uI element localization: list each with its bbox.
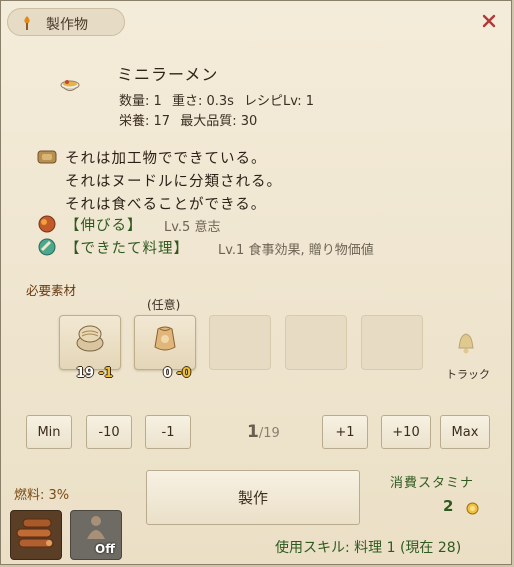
firewood-fuel-slot[interactable]	[10, 510, 62, 560]
material-slot-empty	[209, 315, 271, 370]
description-line: それはヌードルに分類される。	[65, 174, 282, 190]
stamina-coin-icon	[466, 500, 479, 519]
stamina-cost-value: 2	[443, 497, 454, 515]
trait-name: 【できたて料理】	[65, 241, 189, 257]
flour-sack-icon	[151, 323, 179, 357]
description-line: それは加工物でできている。	[65, 151, 267, 167]
material-slot[interactable]	[59, 315, 121, 370]
material-have-count: 0	[163, 366, 173, 381]
fuel-label: 燃料: 3%	[14, 488, 70, 503]
min-button[interactable]: Min	[26, 415, 72, 449]
track-label[interactable]: トラック	[446, 366, 490, 382]
close-icon[interactable]	[480, 12, 498, 30]
firewood-icon	[16, 518, 54, 548]
fuel-figure-icon	[87, 516, 105, 539]
fresh-dish-trait-icon	[37, 237, 57, 261]
nutrition-stat: 栄養: 17	[119, 114, 171, 129]
craft-button[interactable]: 製作	[146, 470, 360, 525]
description-line: それは食べることができる。	[65, 197, 267, 213]
optional-label: (任意)	[147, 298, 181, 312]
material-quantity: 0 -0	[163, 366, 191, 381]
stamina-cost-label: 消費スタミナ	[390, 476, 475, 491]
required-materials-label: 必要素材	[26, 283, 77, 298]
material-slot[interactable]	[134, 315, 196, 370]
craft-count-value: 1	[247, 422, 259, 442]
used-skill-label: 使用スキル: 料理 1 (現在 28)	[275, 540, 462, 556]
recipe-level-stat: レシピLv: 1	[244, 94, 315, 109]
item-stats-line1: 数量: 1 重さ: 0.3s レシピLv: 1	[119, 90, 320, 109]
window-title-tab: 製作物	[7, 8, 125, 36]
trait-detail: Lv.1 食事効果, 贈り物価値	[218, 243, 374, 258]
material-need-count: -1	[98, 366, 114, 381]
crafting-window: 製作物 ミニラーメン 数量: 1 重さ: 0.3s レシピLv: 1 栄養: 1…	[0, 0, 512, 565]
craft-count-max: /19	[258, 426, 280, 441]
ramen-bowl-icon	[59, 73, 81, 99]
plus-1-button[interactable]: +1	[322, 415, 368, 449]
material-quantity: 19 -1	[76, 366, 113, 381]
material-slot-empty	[285, 315, 347, 370]
minus-1-button[interactable]: -1	[145, 415, 191, 449]
weight-stat: 重さ: 0.3s	[171, 94, 234, 109]
max-button[interactable]: Max	[440, 415, 490, 449]
item-name: ミニラーメン	[117, 65, 219, 84]
item-stats-line2: 栄養: 17 最大品質: 30	[119, 110, 263, 129]
window-title: 製作物	[46, 17, 88, 33]
plus-10-button[interactable]: +10	[381, 415, 431, 449]
trait-name: 【伸びる】	[65, 218, 143, 234]
crafting-torch-icon	[21, 15, 33, 35]
stretch-trait-icon	[37, 214, 57, 238]
material-need-count: -0	[176, 366, 192, 381]
minus-10-button[interactable]: -10	[86, 415, 132, 449]
fuel-off-label: Off	[95, 542, 115, 556]
material-slot-empty	[361, 315, 423, 370]
noodle-bundle-icon	[73, 321, 107, 359]
trait-detail: Lv.5 意志	[164, 220, 221, 235]
quantity-stat: 数量: 1	[119, 94, 162, 109]
processed-material-icon	[36, 147, 58, 171]
max-quality-stat: 最大品質: 30	[180, 114, 258, 129]
craft-count: 1/19	[247, 422, 280, 442]
material-have-count: 19	[76, 366, 95, 381]
bell-icon[interactable]	[455, 332, 477, 360]
